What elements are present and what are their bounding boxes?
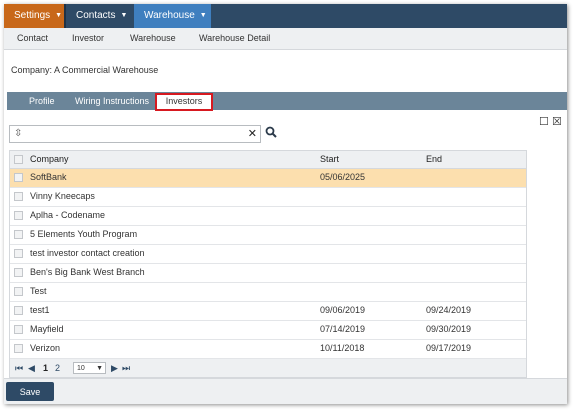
table-row[interactable]: 5 Elements Youth Program bbox=[10, 226, 526, 245]
search-field: ⇳ ✕ bbox=[9, 125, 261, 143]
row-checkbox[interactable] bbox=[14, 192, 23, 201]
subnav-warehouse[interactable]: Warehouse bbox=[130, 28, 176, 49]
column-header-company[interactable]: Company bbox=[30, 151, 69, 168]
sub-navigation: Contact Investor Warehouse Warehouse Det… bbox=[4, 28, 567, 50]
page-size-value: 10 bbox=[77, 365, 85, 372]
column-header-end[interactable]: End bbox=[426, 151, 442, 168]
table-row[interactable]: SoftBank 05/06/2025 bbox=[10, 169, 526, 188]
cell-end: 09/24/2019 bbox=[426, 305, 472, 315]
table-row[interactable]: Test bbox=[10, 283, 526, 302]
tab-bar: Profile Wiring Instructions Investors bbox=[7, 92, 567, 111]
cell-end: 09/30/2019 bbox=[426, 324, 472, 334]
cell-start: 10/11/2018 bbox=[320, 343, 365, 353]
table-row[interactable]: Aplha - Codename bbox=[10, 207, 526, 226]
settings-menu-label: Settings bbox=[14, 10, 51, 21]
cell-company: Ben's Big Bank West Branch bbox=[30, 267, 145, 277]
page-number[interactable]: 2 bbox=[55, 359, 60, 377]
select-all-checkbox[interactable] bbox=[14, 155, 23, 164]
contacts-menu-label: Contacts bbox=[76, 10, 116, 21]
tab-wiring-instructions[interactable]: Wiring Instructions bbox=[75, 92, 149, 110]
cell-company: Verizon bbox=[30, 343, 61, 353]
previous-page-icon[interactable]: ◀ bbox=[28, 359, 35, 377]
pager: ⏮ ◀ 1 2 10 ▼ ▶ ⏭ bbox=[10, 359, 526, 377]
app-window: Settings ▼ Contacts ▼ Warehouse ▼ Contact I… bbox=[4, 4, 567, 404]
row-checkbox[interactable] bbox=[14, 287, 23, 296]
table-row[interactable]: Ben's Big Bank West Branch bbox=[10, 264, 526, 283]
page-number-current[interactable]: 1 bbox=[43, 359, 48, 377]
table-row[interactable]: test1 09/06/2019 09/24/2019 bbox=[10, 302, 526, 321]
row-checkbox[interactable] bbox=[14, 173, 23, 182]
footer-bar: Save bbox=[4, 378, 567, 404]
cell-company: test1 bbox=[30, 305, 50, 315]
row-checkbox[interactable] bbox=[14, 344, 23, 353]
cell-company: 5 Elements Youth Program bbox=[30, 229, 138, 239]
subnav-investor[interactable]: Investor bbox=[72, 28, 104, 49]
cell-start: 07/14/2019 bbox=[320, 324, 366, 334]
clear-icon[interactable]: ✕ bbox=[248, 127, 257, 140]
row-checkbox[interactable] bbox=[14, 325, 23, 334]
company-label: Company: A Commercial Warehouse bbox=[11, 65, 159, 75]
column-header-start[interactable]: Start bbox=[320, 151, 339, 168]
cell-start: 05/06/2025 bbox=[320, 172, 366, 182]
cell-company: Aplha - Codename bbox=[30, 210, 106, 220]
subnav-contact[interactable]: Contact bbox=[17, 28, 48, 49]
settings-menu[interactable]: Settings ▼ bbox=[4, 4, 64, 28]
row-checkbox[interactable] bbox=[14, 230, 23, 239]
row-checkbox[interactable] bbox=[14, 211, 23, 220]
row-checkbox[interactable] bbox=[14, 268, 23, 277]
table-row[interactable]: Vinny Kneecaps bbox=[10, 188, 526, 207]
row-checkbox[interactable] bbox=[14, 249, 23, 258]
table-row[interactable]: test investor contact creation bbox=[10, 245, 526, 264]
row-checkbox[interactable] bbox=[14, 306, 23, 315]
cell-company: Vinny Kneecaps bbox=[30, 191, 95, 201]
cell-company: SoftBank bbox=[30, 172, 67, 182]
next-page-icon[interactable]: ▶ bbox=[111, 359, 118, 377]
chevron-down-icon: ▼ bbox=[199, 12, 207, 19]
investors-grid: Company Start End SoftBank 05/06/2025 Vi… bbox=[9, 150, 527, 378]
last-page-icon[interactable]: ⏭ bbox=[122, 359, 130, 377]
cell-company: Test bbox=[30, 286, 47, 296]
contacts-menu[interactable]: Contacts ▼ bbox=[66, 4, 134, 28]
cell-company: test investor contact creation bbox=[30, 248, 145, 258]
close-icon[interactable]: ☒ bbox=[552, 117, 562, 128]
table-row[interactable]: Verizon 10/11/2018 09/17/2019 bbox=[10, 340, 526, 359]
cell-end: 09/17/2019 bbox=[426, 343, 472, 353]
save-button[interactable]: Save bbox=[6, 382, 54, 401]
tab-profile[interactable]: Profile bbox=[29, 92, 55, 110]
page-size-select[interactable]: 10 ▼ bbox=[73, 362, 106, 374]
first-page-icon[interactable]: ⏮ bbox=[15, 359, 23, 377]
chevron-down-icon: ▼ bbox=[96, 365, 103, 372]
chevron-down-icon: ▼ bbox=[120, 12, 128, 19]
cell-company: Mayfield bbox=[30, 324, 64, 334]
warehouse-menu[interactable]: Warehouse ▼ bbox=[134, 4, 211, 28]
top-navigation: Settings ▼ Contacts ▼ Warehouse ▼ bbox=[4, 4, 567, 28]
cell-start: 09/06/2019 bbox=[320, 305, 366, 315]
search-input[interactable] bbox=[28, 127, 228, 141]
subnav-warehouse-detail[interactable]: Warehouse Detail bbox=[199, 28, 270, 49]
chevron-down-icon: ▼ bbox=[55, 12, 63, 19]
filter-icon[interactable]: ⇳ bbox=[14, 128, 22, 139]
table-row[interactable]: Mayfield 07/14/2019 09/30/2019 bbox=[10, 321, 526, 340]
warehouse-menu-label: Warehouse bbox=[144, 10, 195, 21]
tab-investors[interactable]: Investors bbox=[155, 93, 213, 111]
maximize-icon[interactable]: ☐ bbox=[539, 117, 549, 128]
search-icon[interactable] bbox=[265, 126, 277, 138]
grid-header: Company Start End bbox=[10, 151, 526, 169]
